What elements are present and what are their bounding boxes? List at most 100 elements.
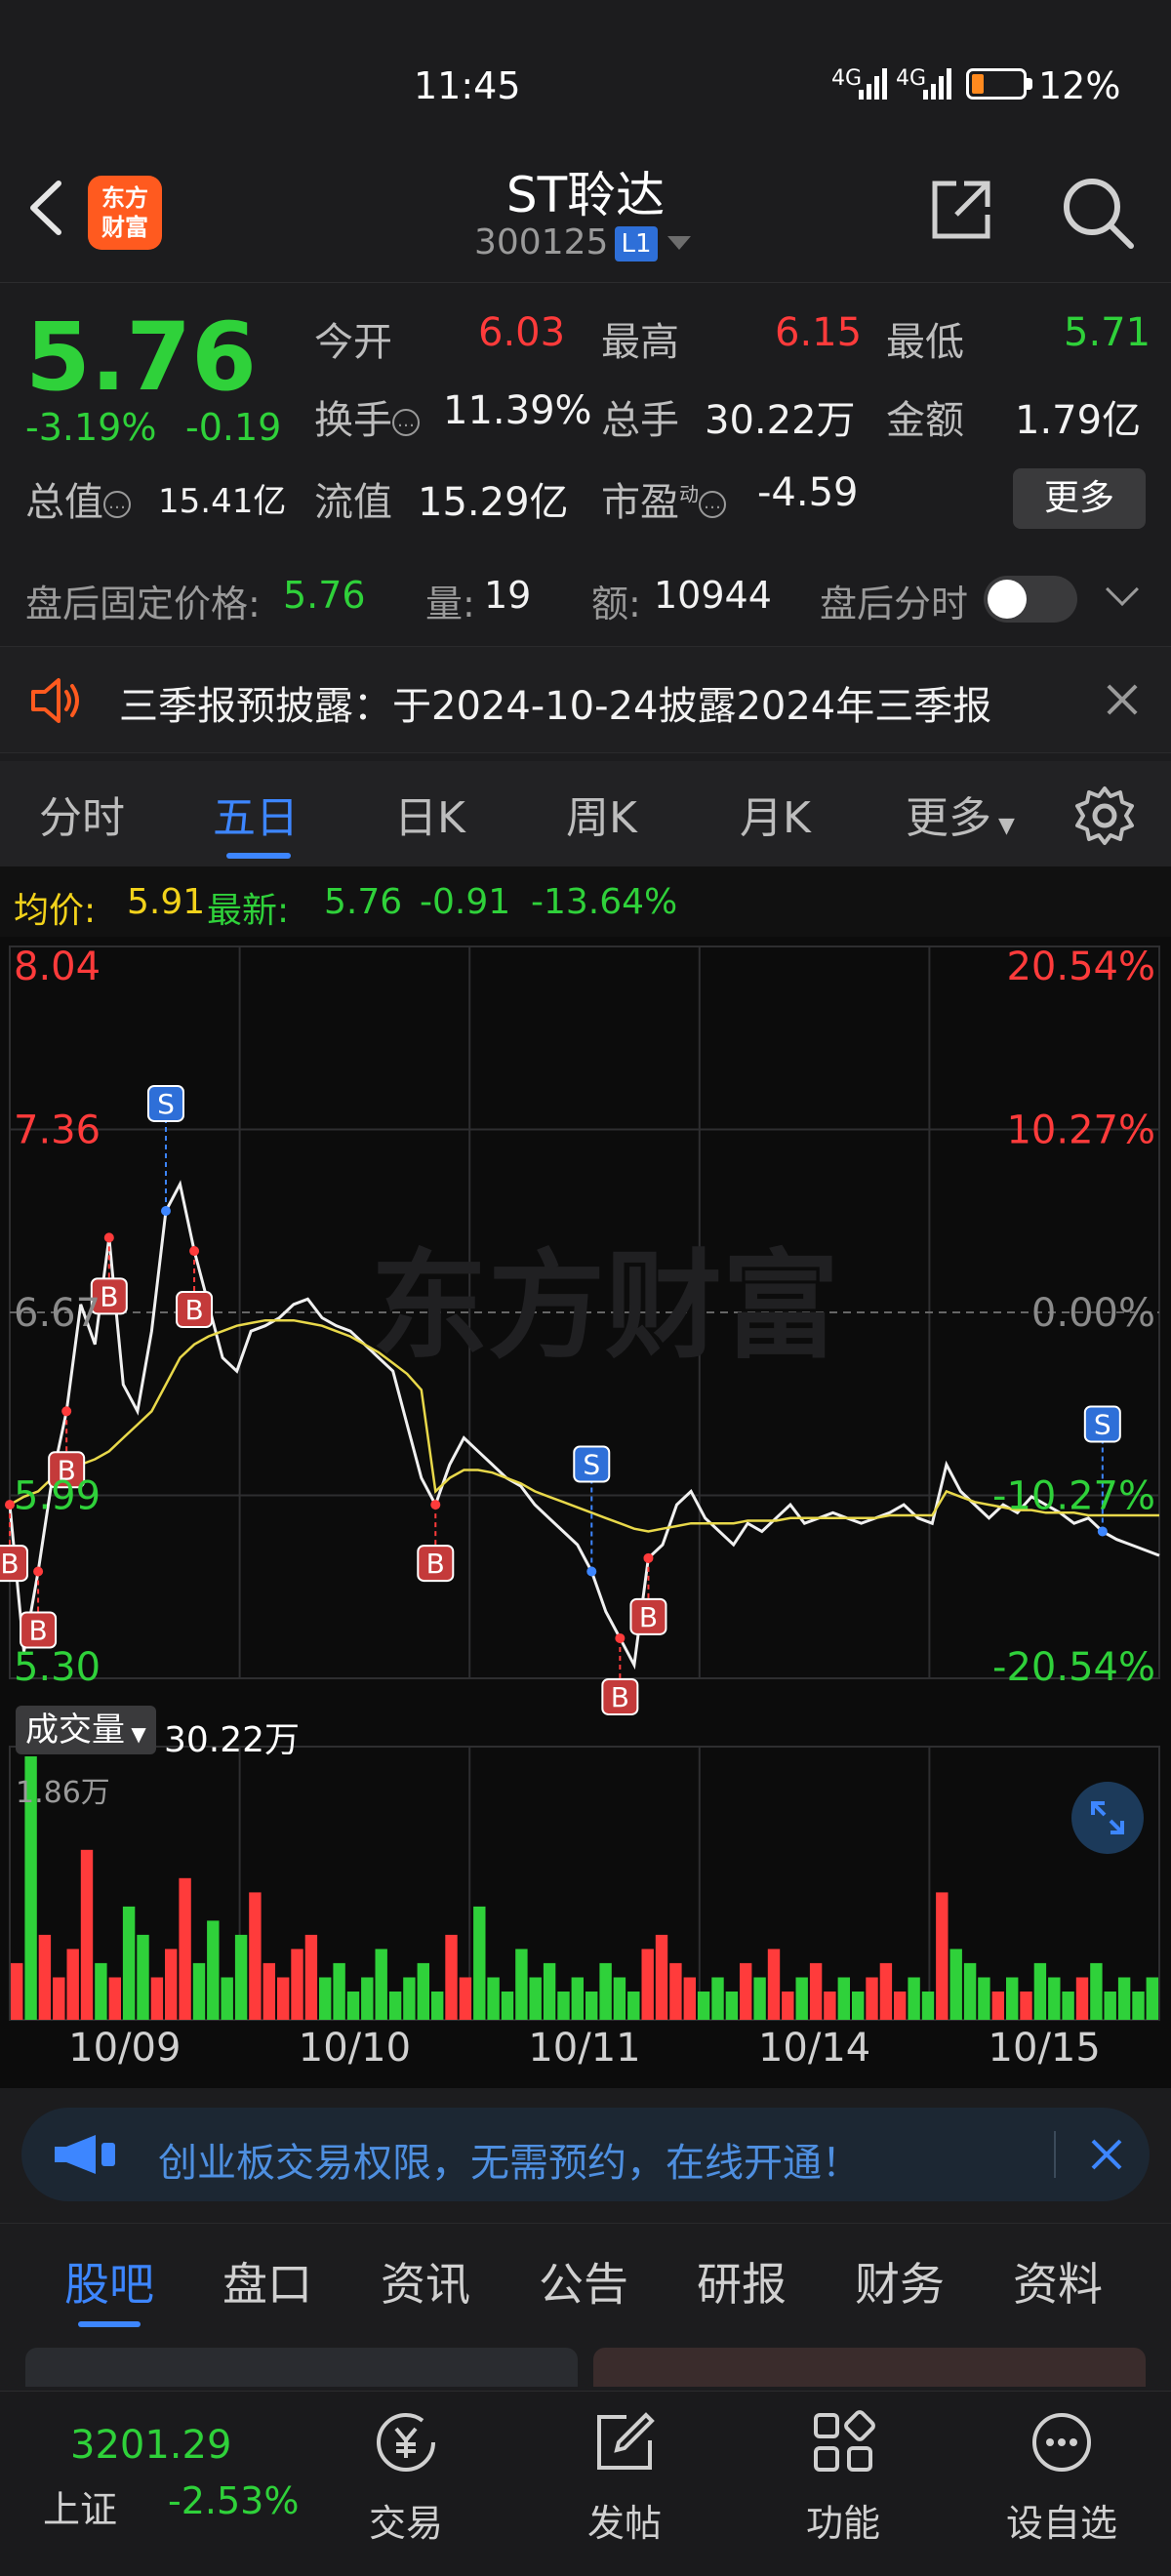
stock-code[interactable]: 300125 <box>474 222 608 262</box>
tab-pankou[interactable]: 盘口 <box>222 2249 312 2314</box>
index-change[interactable]: -2.53% <box>168 2479 299 2522</box>
promo-banner[interactable]: 创业板交易权限，无需预约，在线开通！ <box>21 2108 1150 2201</box>
marker-dot <box>33 1566 44 1577</box>
notice-bar[interactable]: 三季报预披露：于2024-10-24披露2024年三季报 <box>0 646 1171 753</box>
tab-monthly-k[interactable]: 月K <box>740 783 811 845</box>
volume-bar <box>249 1892 262 2020</box>
volume-bar <box>1033 1962 1047 2020</box>
sell-marker-label: S <box>1094 1408 1111 1440</box>
volume-bar <box>949 1949 962 2020</box>
bottom-nav: 3201.29 上证 -2.53% 交易 发帖 功能 设自选 <box>0 2391 1171 2576</box>
index-value[interactable]: 3201.29 <box>70 2423 231 2468</box>
megaphone-icon <box>55 2135 115 2174</box>
tab-daily-k[interactable]: 日K <box>394 783 465 845</box>
volume-bar <box>459 1977 472 2020</box>
nav-post[interactable]: 发帖 <box>546 2409 703 2547</box>
latest-change: -0.91 <box>420 882 511 922</box>
chevron-down-icon[interactable] <box>1106 573 1139 606</box>
avg-value: 5.91 <box>127 882 206 922</box>
volume-bar <box>80 1849 94 2020</box>
volume-bar <box>38 1934 52 2020</box>
open-value: 6.03 <box>478 310 566 355</box>
volume-selector[interactable]: 成交量 ▼ <box>16 1706 156 1754</box>
volume-bar <box>753 1977 766 2020</box>
tab-profile[interactable]: 资料 <box>1013 2249 1103 2314</box>
latest-label: 最新: <box>207 891 290 931</box>
more-button[interactable]: 更多 <box>1013 468 1146 529</box>
share-icon[interactable] <box>927 176 995 244</box>
battery-tip <box>1027 78 1032 90</box>
close-icon[interactable] <box>1105 682 1140 717</box>
after-hours-toggle[interactable] <box>984 576 1077 623</box>
nav-functions[interactable]: 功能 <box>765 2409 921 2547</box>
tab-guba[interactable]: 股吧 <box>64 2249 154 2314</box>
after-vol: 19 <box>484 574 532 617</box>
volume-total: 30.22万 <box>164 1720 301 1760</box>
battery-icon <box>966 68 1027 100</box>
chevron-down-icon[interactable] <box>667 236 691 250</box>
y-axis-label-left: 5.30 <box>14 1645 101 1690</box>
volume-bar <box>1020 1992 1032 2020</box>
volume-bar <box>1117 1977 1131 2020</box>
volume-bar <box>375 1949 387 2020</box>
volume-bar <box>1006 1977 1019 2020</box>
signal-bars-icon <box>923 68 951 100</box>
volume-bar <box>431 1992 444 2020</box>
nav-add-watchlist[interactable]: 设自选 <box>984 2409 1140 2547</box>
volume-bar <box>66 1949 79 2020</box>
volume-bar <box>150 1977 164 2020</box>
chart-canvas[interactable]: 东方财富 BBBBSBBSBBS 8.047.366.675.995.3020.… <box>0 937 1171 2088</box>
turnover-value: 11.39% <box>443 388 592 433</box>
y-axis-label-left: 6.67 <box>14 1291 101 1336</box>
volume-bar <box>445 1934 458 2020</box>
y-axis-label-right: 10.27% <box>1006 1108 1155 1153</box>
volume-bar <box>795 1977 808 2020</box>
volume-bar <box>767 1949 781 2020</box>
y-axis-label-left: 7.36 <box>14 1108 101 1153</box>
after-price-label: 盘后固定价格: <box>25 583 261 625</box>
volume-bar <box>824 1992 836 2020</box>
volume-bar <box>11 1962 23 2020</box>
volume-bar <box>641 1949 654 2020</box>
volume-max: 1.86万 <box>16 1776 110 1810</box>
tab-weekly-k[interactable]: 周K <box>566 783 637 845</box>
expand-icon[interactable] <box>1071 1782 1144 1854</box>
after-vol-label: 量: <box>425 583 475 625</box>
volume-bar <box>515 1949 528 2020</box>
buy-marker-label: B <box>28 1615 47 1647</box>
five-day-chart[interactable]: 东方财富 BBBBSBBSBBS 8.04 7.36 6.67 5.99 5.30 20.… <box>0 937 1171 2088</box>
tab-news[interactable]: 资讯 <box>381 2249 470 2314</box>
clock: 11:45 <box>414 64 521 107</box>
volume-bar <box>879 1962 893 2020</box>
tab-more[interactable]: 更多 ▼ <box>906 783 1015 845</box>
search-icon[interactable] <box>1059 174 1137 252</box>
volume-value: 30.22万 <box>705 398 856 443</box>
y-axis-label-left: 8.04 <box>14 945 101 989</box>
volume-bar <box>165 1949 178 2020</box>
tab-announcements[interactable]: 公告 <box>539 2249 628 2314</box>
level-badge[interactable]: L1 <box>615 226 658 262</box>
active-tab-indicator <box>78 2321 141 2327</box>
speaker-icon <box>31 678 79 723</box>
tab-finance[interactable]: 财务 <box>855 2249 945 2314</box>
gear-icon[interactable] <box>1073 785 1136 847</box>
volume-bar <box>403 1977 416 2020</box>
volume-bar <box>1104 1992 1116 2020</box>
grid-icon <box>814 2410 875 2472</box>
x-axis-date-label: 10/10 <box>299 2026 411 2071</box>
volume-bar <box>921 1992 935 2020</box>
notice-text: 三季报预披露：于2024-10-24披露2024年三季报 <box>119 684 992 729</box>
index-name[interactable]: 上证 <box>43 2479 117 2533</box>
sell-marker-label: S <box>157 1088 175 1120</box>
tab-five-day[interactable]: 五日 <box>213 783 299 845</box>
volume-bar <box>319 1977 332 2020</box>
volume-bar <box>991 1992 1004 2020</box>
active-tab-indicator <box>226 853 291 859</box>
tab-intraday[interactable]: 分时 <box>39 783 125 845</box>
info-icon: … <box>392 409 420 436</box>
tab-research[interactable]: 研报 <box>697 2249 787 2314</box>
close-icon[interactable] <box>1089 2137 1124 2172</box>
volume-bar <box>1075 1977 1089 2020</box>
x-axis-date-label: 10/09 <box>68 2026 181 2071</box>
nav-trade[interactable]: 交易 <box>328 2409 484 2547</box>
